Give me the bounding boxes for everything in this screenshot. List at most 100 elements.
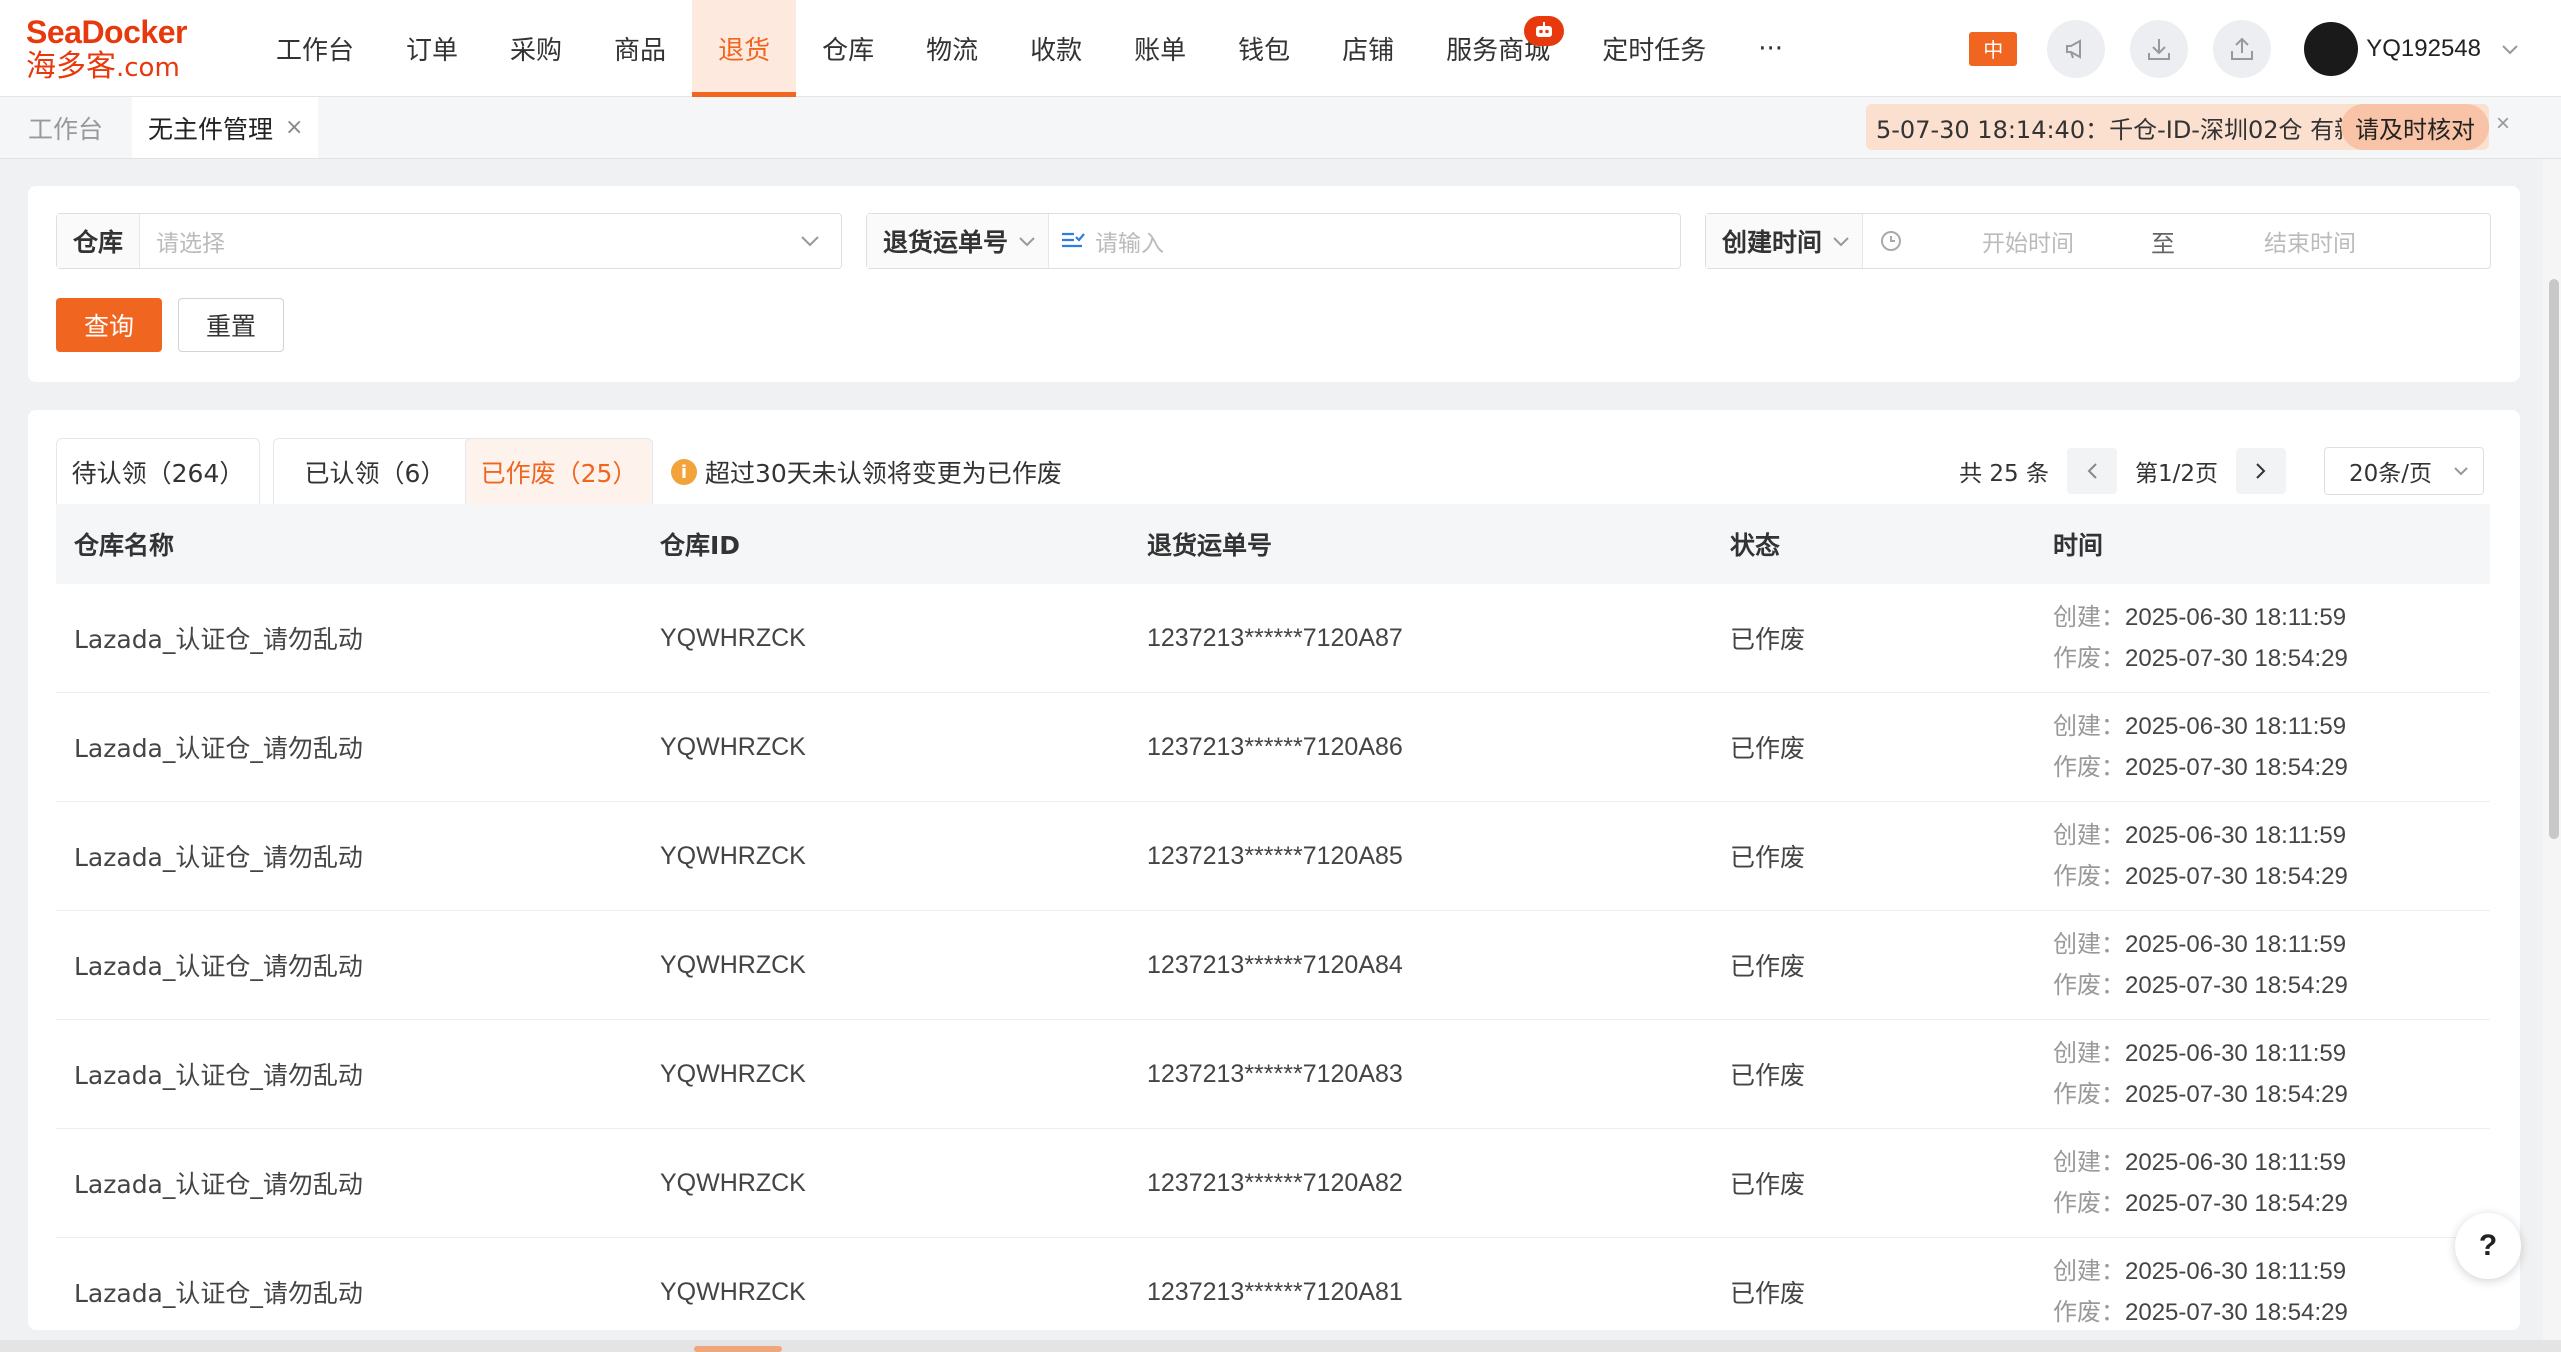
void-rule-hint: i 超过30天未认领将变更为已作废 — [671, 454, 1062, 490]
time-filter[interactable]: 创建时间 开始时间 至 结束时间 — [1705, 213, 2491, 269]
cell-status: 已作废 — [1730, 843, 1806, 872]
warehouse-filter-label: 仓库 — [57, 214, 141, 268]
cell-warehouse-id: YQWHRZCK — [660, 1059, 806, 1088]
nav-item-service-mall[interactable]: 服务商城 — [1420, 0, 1576, 97]
cell-warehouse-id: YQWHRZCK — [660, 623, 806, 652]
chevron-right-icon — [2256, 463, 2266, 479]
info-icon: i — [671, 459, 697, 485]
nav-item-workbench[interactable]: 工作台 — [250, 0, 380, 97]
username[interactable]: YQ192548 — [2366, 35, 2481, 63]
created-label: 创建： — [2053, 712, 2125, 740]
bottom-scroll-indicator — [694, 1346, 782, 1352]
created-label: 创建： — [2053, 1039, 2125, 1067]
voided-label: 作废： — [2053, 644, 2125, 672]
page-scrollbar[interactable] — [2543, 159, 2561, 1340]
end-time-input[interactable]: 结束时间 — [2215, 224, 2405, 258]
created-label: 创建： — [2053, 1148, 2125, 1176]
nav-more-button[interactable]: ··· — [1732, 0, 1809, 97]
header-warehouse-name: 仓库名称 — [74, 531, 175, 560]
close-tab-icon[interactable]: × — [285, 115, 303, 140]
page-tab-unowned-items[interactable]: 无主件管理 × — [132, 97, 318, 158]
created-label: 创建： — [2053, 821, 2125, 849]
tab-voided[interactable]: 已作废（25） — [465, 438, 653, 504]
nav-item-scheduled-tasks[interactable]: 定时任务 — [1576, 0, 1732, 97]
notification-check-button[interactable]: 请及时核对 — [2341, 104, 2489, 150]
created-label: 创建： — [2053, 1257, 2125, 1285]
nav-item-warehouse[interactable]: 仓库 — [796, 0, 900, 97]
reset-button[interactable]: 重置 — [178, 298, 284, 352]
tab-claimed[interactable]: 已认领（6） — [273, 438, 477, 504]
scrollbar-thumb[interactable] — [2549, 279, 2559, 839]
nav-item-purchase[interactable]: 采购 — [484, 0, 588, 97]
chevron-left-icon — [2087, 463, 2097, 479]
page-indicator: 第1/2页 — [2134, 461, 2218, 487]
created-time: 2025-06-30 18:11:59 — [2125, 1258, 2347, 1285]
nav-item-returns[interactable]: 退货 — [692, 0, 797, 97]
help-button[interactable]: ? — [2455, 1213, 2521, 1279]
table-row: Lazada_认证仓_请勿乱动 YQWHRZCK 1237213******71… — [56, 1129, 2490, 1238]
clock-icon — [1881, 231, 1902, 251]
cell-time: 创建：2025-06-30 18:11:59 作废：2025-07-30 18:… — [2053, 924, 2348, 1006]
cell-status: 已作废 — [1730, 1279, 1806, 1308]
nav-item-wallet[interactable]: 钱包 — [1212, 0, 1316, 97]
cell-status: 已作废 — [1730, 734, 1806, 763]
warehouse-select[interactable]: 请选择 — [156, 224, 799, 258]
cell-tracking-number: 1237213******7120A81 — [1147, 1277, 1403, 1306]
download-button[interactable] — [2130, 19, 2189, 78]
voided-time: 2025-07-30 18:54:29 — [2125, 645, 2348, 672]
bottom-scrollbar[interactable] — [0, 1340, 2561, 1352]
tracking-filter[interactable]: 退货运单号 请输入 — [866, 213, 1681, 269]
nav-item-logistics[interactable]: 物流 — [900, 0, 1004, 97]
language-switch-button[interactable]: 中 — [1969, 31, 2018, 66]
cell-warehouse-name: Lazada_认证仓_请勿乱动 — [74, 1061, 363, 1090]
nav-item-bills[interactable]: 账单 — [1108, 0, 1212, 97]
seadocker-logo[interactable]: SeaDocker 海多客.com — [26, 14, 216, 84]
voided-time: 2025-07-30 18:54:29 — [2125, 1081, 2348, 1108]
nav-item-orders[interactable]: 订单 — [380, 0, 484, 97]
table-row: Lazada_认证仓_请勿乱动 YQWHRZCK 1237213******71… — [56, 802, 2490, 911]
nav-item-products[interactable]: 商品 — [588, 0, 692, 97]
cell-warehouse-id: YQWHRZCK — [660, 950, 806, 979]
cell-tracking-number: 1237213******7120A85 — [1147, 841, 1403, 870]
cell-warehouse-id: YQWHRZCK — [660, 1277, 806, 1306]
query-button[interactable]: 查询 — [56, 298, 162, 352]
voided-time: 2025-07-30 18:54:29 — [2125, 754, 2348, 781]
voided-label: 作废： — [2053, 1298, 2125, 1326]
next-page-button[interactable] — [2236, 448, 2286, 494]
chevron-down-icon[interactable] — [2501, 43, 2519, 55]
start-time-input[interactable]: 开始时间 — [1933, 224, 2123, 258]
cell-status: 已作废 — [1730, 1061, 1806, 1090]
cell-warehouse-name: Lazada_认证仓_请勿乱动 — [74, 1279, 363, 1308]
time-filter-type-select[interactable]: 创建时间 — [1722, 223, 1822, 259]
nav-item-payments[interactable]: 收款 — [1004, 0, 1108, 97]
user-avatar[interactable] — [2304, 21, 2359, 76]
nav-right-tools: 中 YQ192548 — [1969, 0, 2561, 97]
announcement-button[interactable] — [2047, 19, 2106, 78]
chevron-down-icon — [801, 236, 819, 247]
prev-page-button[interactable] — [2066, 448, 2117, 494]
chevron-down-icon — [1019, 237, 1035, 247]
logo-wordmark: SeaDocker — [26, 14, 187, 50]
batch-input-icon[interactable] — [1059, 228, 1085, 254]
cell-status: 已作废 — [1730, 625, 1806, 654]
cell-time: 创建：2025-06-30 18:11:59 作废：2025-07-30 18:… — [2053, 1251, 2348, 1330]
notification-banner: 5-07-30 18:14:40：千仓-ID-深圳02仓 有新 请及时核对 — [1866, 104, 2489, 150]
voided-label: 作废： — [2053, 971, 2125, 999]
page-tab-workbench[interactable]: 工作台 — [28, 97, 103, 158]
notification-close-icon[interactable]: × — [2496, 110, 2510, 138]
cell-warehouse-id: YQWHRZCK — [660, 732, 806, 761]
page-size-select[interactable]: 20条/页 — [2324, 447, 2484, 495]
nav-item-stores[interactable]: 店铺 — [1316, 0, 1420, 97]
voided-time: 2025-07-30 18:54:29 — [2125, 1299, 2348, 1326]
top-navbar: SeaDocker 海多客.com 工作台 订单 采购 商品 退货 仓库 物流 … — [0, 0, 2561, 97]
tab-pending[interactable]: 待认领（264） — [56, 438, 260, 504]
main-nav: 工作台 订单 采购 商品 退货 仓库 物流 收款 账单 钱包 店铺 服务商城 定… — [250, 0, 1809, 97]
chevron-down-icon — [1833, 237, 1849, 247]
created-time: 2025-06-30 18:11:59 — [2125, 713, 2347, 740]
created-label: 创建： — [2053, 603, 2125, 631]
header-status: 状态 — [1730, 531, 1781, 560]
tracking-input[interactable]: 请输入 — [1095, 224, 1680, 258]
tracking-filter-type-select[interactable]: 退货运单号 — [883, 223, 1008, 259]
upload-button[interactable] — [2213, 19, 2272, 78]
warehouse-filter[interactable]: 仓库 请选择 — [56, 213, 842, 269]
